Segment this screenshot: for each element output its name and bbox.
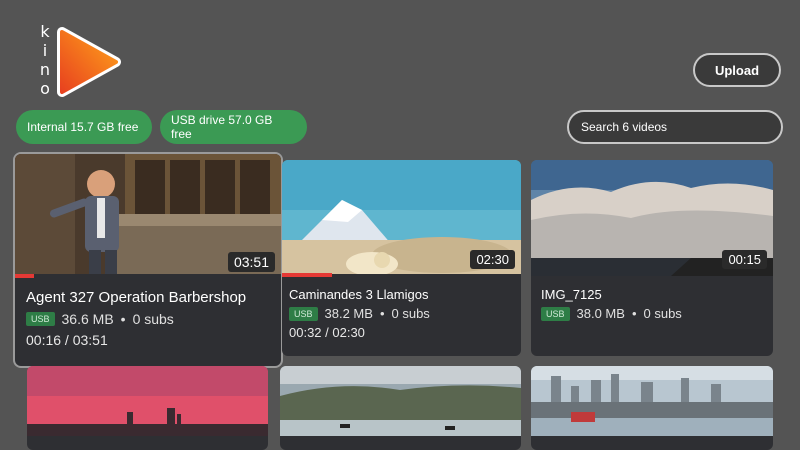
usb-storage-chip[interactable]: USB drive 57.0 GB free <box>160 110 307 144</box>
watch-progress-bar <box>15 274 34 278</box>
usb-badge: USB <box>26 312 55 326</box>
watch-progress-bar <box>282 273 332 277</box>
playback-position: 00:32 / 02:30 <box>289 325 365 340</box>
separator-dot: • <box>120 311 126 327</box>
video-card-caminandes[interactable]: 02:30 Caminandes 3 Llamigos USB 38.2 MB … <box>282 160 521 356</box>
video-title: Caminandes 3 Llamigos <box>289 287 429 302</box>
subtitle-count: 0 subs <box>643 306 682 321</box>
video-thumbnail <box>531 366 773 436</box>
kino-logo: kino <box>34 22 124 102</box>
internal-storage-chip[interactable]: Internal 15.7 GB free <box>16 110 152 144</box>
duration-badge: 03:51 <box>227 252 275 272</box>
video-thumbnail <box>27 366 268 436</box>
usb-badge: USB <box>289 306 318 321</box>
duration-badge: 00:15 <box>722 250 767 269</box>
usb-badge: USB <box>541 306 570 321</box>
video-meta: USB 38.2 MB • 0 subs <box>289 306 430 321</box>
video-card-coast[interactable] <box>280 366 521 450</box>
video-meta: USB 36.6 MB • 0 subs <box>26 311 174 327</box>
search-input[interactable]: Search 6 videos <box>567 110 783 144</box>
separator-dot: • <box>631 306 637 321</box>
video-thumbnail <box>280 366 521 436</box>
duration-badge: 02:30 <box>470 250 515 269</box>
video-card-agent-327[interactable]: 03:51 Agent 327 Operation Barbershop USB… <box>15 154 281 366</box>
subtitle-count: 0 subs <box>391 306 430 321</box>
separator-dot: • <box>379 306 385 321</box>
video-meta: USB 38.0 MB • 0 subs <box>541 306 682 321</box>
video-title: Agent 327 Operation Barbershop <box>26 289 247 306</box>
video-card-img-7125[interactable]: 00:15 IMG_7125 USB 38.0 MB • 0 subs <box>531 160 773 356</box>
video-title: IMG_7125 <box>541 287 602 302</box>
file-size: 38.0 MB <box>576 306 625 321</box>
video-card-city[interactable] <box>531 366 773 450</box>
logo-text: kino <box>39 22 51 98</box>
subtitle-count: 0 subs <box>132 311 174 327</box>
playback-position: 00:16 / 03:51 <box>26 332 108 348</box>
video-card-sunset[interactable] <box>27 366 268 450</box>
file-size: 36.6 MB <box>61 311 114 327</box>
play-logo-icon <box>57 27 121 97</box>
upload-button[interactable]: Upload <box>693 53 781 87</box>
file-size: 38.2 MB <box>324 306 373 321</box>
